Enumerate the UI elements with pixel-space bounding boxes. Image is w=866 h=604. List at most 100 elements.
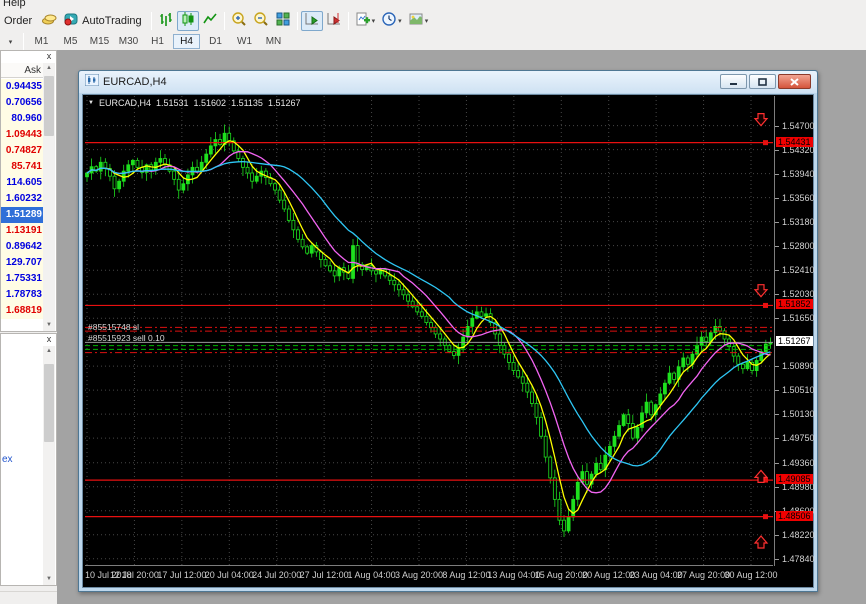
candle-body bbox=[682, 358, 685, 367]
bar-chart-button[interactable] bbox=[155, 11, 177, 31]
ask-column-header[interactable]: Ask bbox=[1, 63, 44, 78]
autotrading-button[interactable]: AutoTrading bbox=[60, 11, 148, 31]
chart-shift-button[interactable] bbox=[323, 11, 345, 31]
scroll-up-icon[interactable]: ▲ bbox=[43, 63, 55, 74]
price-tick-mark bbox=[775, 174, 779, 175]
timeframe-button-d1[interactable]: D1 bbox=[202, 34, 229, 49]
chart-window: EURCAD,H4 #85515748 sl#85515923 sell 0.1… bbox=[78, 70, 818, 592]
price-tick-label: 1.49750 bbox=[782, 433, 815, 443]
market-watch-row[interactable]: 0.70656 bbox=[1, 95, 44, 111]
scroll-down-icon[interactable]: ▼ bbox=[43, 320, 55, 331]
menu-help[interactable]: Help bbox=[3, 0, 26, 9]
timeframe-button-h1[interactable]: H1 bbox=[144, 34, 171, 49]
market-watch-row[interactable]: 1.60232 bbox=[1, 191, 44, 207]
tile-windows-button[interactable] bbox=[272, 11, 294, 31]
candle-body bbox=[388, 276, 391, 280]
market-watch-row[interactable]: 1.09443 bbox=[1, 127, 44, 143]
timeframe-button-w1[interactable]: W1 bbox=[231, 34, 258, 49]
market-watch-row[interactable]: 1.75331 bbox=[1, 271, 44, 287]
market-watch-row[interactable]: 80.960 bbox=[1, 111, 44, 127]
chart-plot[interactable] bbox=[85, 96, 773, 565]
coins-button[interactable] bbox=[38, 11, 60, 31]
scroll-down-icon[interactable]: ▼ bbox=[43, 574, 55, 585]
level-handle[interactable] bbox=[763, 514, 768, 519]
market-watch-row[interactable]: 114.605 bbox=[1, 175, 44, 191]
level-handle[interactable] bbox=[763, 303, 768, 308]
scroll-thumb[interactable] bbox=[44, 364, 54, 442]
new-order-button[interactable]: Order bbox=[0, 11, 38, 31]
market-watch-row[interactable]: 1.13191 bbox=[1, 223, 44, 239]
close-icon[interactable]: x bbox=[44, 51, 54, 61]
candle-body bbox=[301, 239, 304, 247]
market-watch-row[interactable]: 1.51289 bbox=[1, 207, 44, 223]
zoom-out-button[interactable] bbox=[250, 11, 272, 31]
line-chart-button[interactable] bbox=[199, 11, 221, 31]
price-tick-label: 1.54700 bbox=[782, 121, 815, 131]
market-watch-row[interactable]: 0.89642 bbox=[1, 239, 44, 255]
candle-body bbox=[535, 403, 538, 417]
time-tick-label: 3 Aug 20:00 bbox=[395, 570, 443, 580]
candle-body bbox=[333, 271, 336, 276]
info-high: 1.51602 bbox=[194, 98, 227, 108]
candle-body bbox=[741, 364, 744, 368]
candlestick-chart-button[interactable] bbox=[177, 11, 199, 31]
market-watch-row[interactable]: 1.68819 bbox=[1, 303, 44, 319]
candle-body bbox=[439, 334, 442, 339]
candle-body bbox=[737, 356, 740, 364]
toolbar-separator bbox=[151, 12, 152, 30]
periods-button[interactable]: ▾ bbox=[378, 11, 405, 31]
market-watch-scrollbar[interactable]: ▲ ▼ bbox=[43, 63, 55, 331]
scroll-up-icon[interactable]: ▲ bbox=[43, 346, 55, 357]
market-watch-row[interactable]: 0.94435 bbox=[1, 79, 44, 95]
timeframe-button-m5[interactable]: M5 bbox=[57, 34, 84, 49]
alert-arrow-up[interactable] bbox=[755, 536, 767, 548]
left-sidebar: x Ask 0.944350.7065680.9601.094430.74827… bbox=[0, 50, 57, 604]
candle-body bbox=[498, 334, 501, 345]
candle-body bbox=[553, 478, 556, 499]
market-watch-row[interactable]: 0.74827 bbox=[1, 143, 44, 159]
candle-body bbox=[732, 347, 735, 356]
price-tick-mark bbox=[775, 414, 779, 415]
timeframes-toolbar: ▾ M1M5M15M30H1H4D1W1MN bbox=[0, 33, 866, 50]
candle-body bbox=[452, 352, 455, 356]
timeframe-button-m30[interactable]: M30 bbox=[115, 34, 142, 49]
candle-body bbox=[324, 259, 327, 265]
gold-coins-icon bbox=[41, 11, 57, 32]
chart-window-title: EURCAD,H4 bbox=[103, 76, 167, 88]
candle-body bbox=[627, 415, 630, 424]
timeframe-button-m1[interactable]: M1 bbox=[28, 34, 55, 49]
price-tick-label: 1.51650 bbox=[782, 313, 815, 323]
timeframe-button-h4[interactable]: H4 bbox=[173, 34, 200, 49]
auto-scroll-button[interactable] bbox=[301, 11, 323, 31]
candle-body bbox=[292, 220, 295, 229]
chart-list-dropdown[interactable]: ▾ bbox=[0, 34, 20, 49]
navigator-scrollbar[interactable]: ▲ ▼ bbox=[43, 346, 55, 585]
price-axis[interactable]: 1.547001.543201.539401.535601.531801.528… bbox=[774, 96, 814, 566]
alert-arrow-down[interactable] bbox=[755, 285, 767, 297]
timeframe-button-mn[interactable]: MN bbox=[260, 34, 287, 49]
truncated-link-text[interactable]: ex bbox=[2, 454, 13, 465]
market-watch-row[interactable]: 129.707 bbox=[1, 255, 44, 271]
level-handle[interactable] bbox=[763, 140, 768, 145]
maximize-button[interactable] bbox=[749, 74, 776, 89]
chart-area[interactable]: #85515748 sl#85515923 sell 0.10 ▼ EURCAD… bbox=[82, 94, 814, 588]
scroll-thumb[interactable] bbox=[44, 76, 54, 136]
alert-arrow-down[interactable] bbox=[755, 114, 767, 126]
candle-body bbox=[283, 200, 286, 209]
time-tick-label: 23 Aug 04:00 bbox=[630, 570, 683, 580]
templates-button[interactable]: ▾ bbox=[405, 11, 432, 31]
minimize-button[interactable] bbox=[720, 74, 747, 89]
close-button[interactable] bbox=[778, 74, 811, 89]
time-axis[interactable]: 10 Jul 201812 Jul 20:0017 Jul 12:0020 Ju… bbox=[85, 565, 773, 583]
candle-body bbox=[310, 246, 313, 254]
timeframe-button-m15[interactable]: M15 bbox=[86, 34, 113, 49]
candle-body bbox=[407, 295, 410, 301]
indicators-button[interactable]: ▾ bbox=[352, 11, 379, 31]
collapse-icon[interactable]: ▼ bbox=[88, 100, 94, 108]
zoom-in-button[interactable] bbox=[228, 11, 250, 31]
market-watch-row[interactable]: 85.741 bbox=[1, 159, 44, 175]
market-watch-row[interactable]: 1.78783 bbox=[1, 287, 44, 303]
chart-window-titlebar[interactable]: EURCAD,H4 bbox=[79, 71, 817, 93]
close-icon[interactable]: x bbox=[44, 334, 54, 344]
candle-body bbox=[613, 436, 616, 446]
